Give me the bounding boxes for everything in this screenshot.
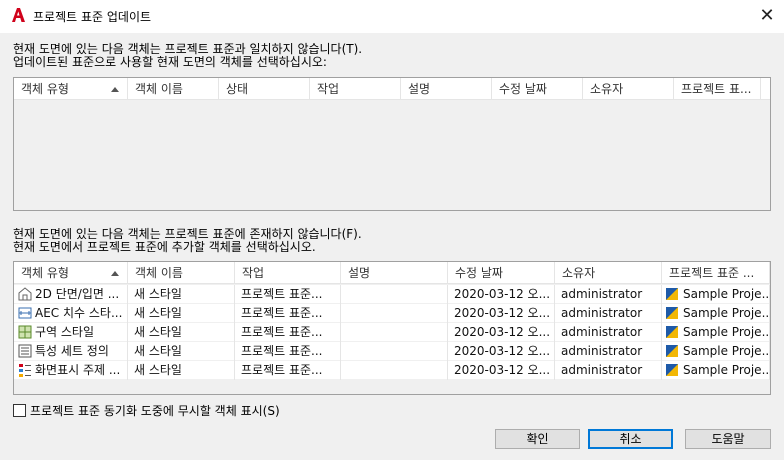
section2-prompt-line2: 현재 도면에서 프로젝트 표준에 추가할 객체를 선택하십시오.	[13, 240, 316, 254]
missing-objects-list[interactable]: 객체 유형 객체 이름 작업 설명 수정 날짜 소유자 프로젝트 표준 ... …	[13, 261, 771, 395]
cell-project-standard: Sample Proje...	[662, 342, 770, 361]
ignore-objects-checkbox[interactable]	[13, 404, 26, 417]
cell-action[interactable]: 프로젝트 표준...	[235, 304, 341, 323]
column-header-action[interactable]: 작업	[235, 262, 341, 284]
section2-prompt-line1: 현재 도면에 있는 다음 객체는 프로젝트 표준에 존재하지 않습니다(F).	[13, 227, 362, 241]
project-standard-icon	[666, 288, 678, 300]
table-row[interactable]: 2D 단면/입면 ... 새 스타일 프로젝트 표준... 2020-03-12…	[14, 285, 770, 304]
table-row[interactable]: 특성 세트 정의 새 스타일 프로젝트 표준... 2020-03-12 오..…	[14, 342, 770, 361]
cell-description	[341, 285, 448, 304]
cell-description	[341, 323, 448, 342]
property-set-icon	[18, 344, 32, 358]
column-header-project-standard[interactable]: 프로젝트 표준 ...	[662, 262, 770, 284]
sort-ascending-icon	[111, 87, 119, 92]
ok-button[interactable]: 확인	[495, 429, 580, 449]
section1-prompt-line1: 현재 도면에 있는 다음 객체는 프로젝트 표준과 일치하지 않습니다(T).	[13, 42, 363, 56]
column-header-description[interactable]: 설명	[341, 262, 448, 284]
cell-project-standard: Sample Proje...	[662, 361, 770, 380]
table-row[interactable]: 화면표시 주제 ... 새 스타일 프로젝트 표준... 2020-03-12 …	[14, 361, 770, 380]
cell-owner: administrator	[555, 304, 662, 323]
cell-project-standard: Sample Proje...	[662, 285, 770, 304]
column-header-owner[interactable]: 소유자	[555, 262, 662, 284]
project-text: Sample Proje...	[683, 287, 770, 301]
list-header: 객체 유형 객체 이름 상태 작업 설명 수정 날짜 소유자 프로젝트 표...	[14, 78, 770, 100]
cell-owner: administrator	[555, 361, 662, 380]
cell-object-name: 새 스타일	[128, 342, 235, 361]
column-header-description[interactable]: 설명	[401, 78, 492, 100]
display-theme-icon	[19, 364, 31, 377]
cell-object-name: 새 스타일	[128, 323, 235, 342]
cell-object-type: 특성 세트 정의	[14, 342, 128, 361]
cell-description	[341, 304, 448, 323]
project-standard-icon	[666, 326, 678, 338]
help-button[interactable]: 도움말	[685, 429, 771, 449]
zone-style-icon	[18, 325, 32, 339]
close-button[interactable]: ✕	[756, 6, 778, 26]
project-text: Sample Proje...	[683, 306, 770, 320]
object-type-text: 구역 스타일	[35, 325, 95, 339]
cell-description	[341, 342, 448, 361]
column-header-object-name[interactable]: 객체 이름	[128, 78, 219, 100]
autocad-logo-icon	[12, 8, 25, 22]
cell-action[interactable]: 프로젝트 표준...	[235, 342, 341, 361]
cell-owner: administrator	[555, 285, 662, 304]
object-type-text: 특성 세트 정의	[35, 344, 109, 358]
table-row[interactable]: 구역 스타일 새 스타일 프로젝트 표준... 2020-03-12 오... …	[14, 323, 770, 342]
project-standard-icon	[666, 307, 678, 319]
cell-project-standard: Sample Proje...	[662, 323, 770, 342]
object-type-text: 화면표시 주제 ...	[35, 363, 121, 377]
cell-object-name: 새 스타일	[128, 304, 235, 323]
aec-dimension-icon	[18, 307, 32, 319]
ignore-objects-label[interactable]: 프로젝트 표준 동기화 도중에 무시할 객체 표시(S)	[30, 402, 280, 419]
title-bar: 프로젝트 표준 업데이트 ✕	[0, 0, 784, 33]
column-header-modified[interactable]: 수정 날짜	[448, 262, 555, 284]
column-header-status[interactable]: 상태	[219, 78, 310, 100]
project-text: Sample Proje...	[683, 363, 770, 377]
cell-owner: administrator	[555, 342, 662, 361]
cell-action[interactable]: 프로젝트 표준...	[235, 323, 341, 342]
project-text: Sample Proje...	[683, 325, 770, 339]
cell-modified: 2020-03-12 오...	[448, 304, 555, 323]
cancel-button[interactable]: 취소	[588, 429, 673, 449]
column-header-object-name[interactable]: 객체 이름	[128, 262, 235, 284]
cell-object-name: 새 스타일	[128, 361, 235, 380]
column-header-project-standard[interactable]: 프로젝트 표...	[674, 78, 761, 100]
cell-object-type: 화면표시 주제 ...	[14, 361, 128, 380]
column-header-action[interactable]: 작업	[310, 78, 401, 100]
list-header: 객체 유형 객체 이름 작업 설명 수정 날짜 소유자 프로젝트 표준 ...	[14, 262, 770, 284]
project-standard-icon	[666, 364, 678, 376]
object-type-text: 2D 단면/입면 ...	[35, 287, 120, 301]
section-elevation-icon	[18, 287, 32, 301]
cell-object-type: 2D 단면/입면 ...	[14, 285, 128, 304]
cell-owner: administrator	[555, 323, 662, 342]
cell-object-name: 새 스타일	[128, 285, 235, 304]
cell-project-standard: Sample Proje...	[662, 304, 770, 323]
cell-action[interactable]: 프로젝트 표준...	[235, 285, 341, 304]
window-title: 프로젝트 표준 업데이트	[33, 10, 152, 24]
column-header-modified[interactable]: 수정 날짜	[492, 78, 583, 100]
column-header-owner[interactable]: 소유자	[583, 78, 674, 100]
object-type-text: AEC 치수 스타...	[35, 306, 123, 320]
cell-object-type: 구역 스타일	[14, 323, 128, 342]
section1-prompt-line2: 업데이트된 표준으로 사용할 현재 도면의 객체를 선택하십시오:	[13, 55, 327, 69]
cell-modified: 2020-03-12 오...	[448, 323, 555, 342]
project-text: Sample Proje...	[683, 344, 770, 358]
cell-object-type: AEC 치수 스타...	[14, 304, 128, 323]
nonconforming-objects-list[interactable]: 객체 유형 객체 이름 상태 작업 설명 수정 날짜 소유자 프로젝트 표...	[13, 77, 771, 211]
cell-description	[341, 361, 448, 380]
sort-ascending-icon	[111, 271, 119, 276]
project-standard-icon	[666, 345, 678, 357]
cell-modified: 2020-03-12 오...	[448, 285, 555, 304]
cell-modified: 2020-03-12 오...	[448, 342, 555, 361]
cell-action[interactable]: 프로젝트 표준...	[235, 361, 341, 380]
table-row[interactable]: AEC 치수 스타... 새 스타일 프로젝트 표준... 2020-03-12…	[14, 304, 770, 323]
cell-modified: 2020-03-12 오...	[448, 361, 555, 380]
